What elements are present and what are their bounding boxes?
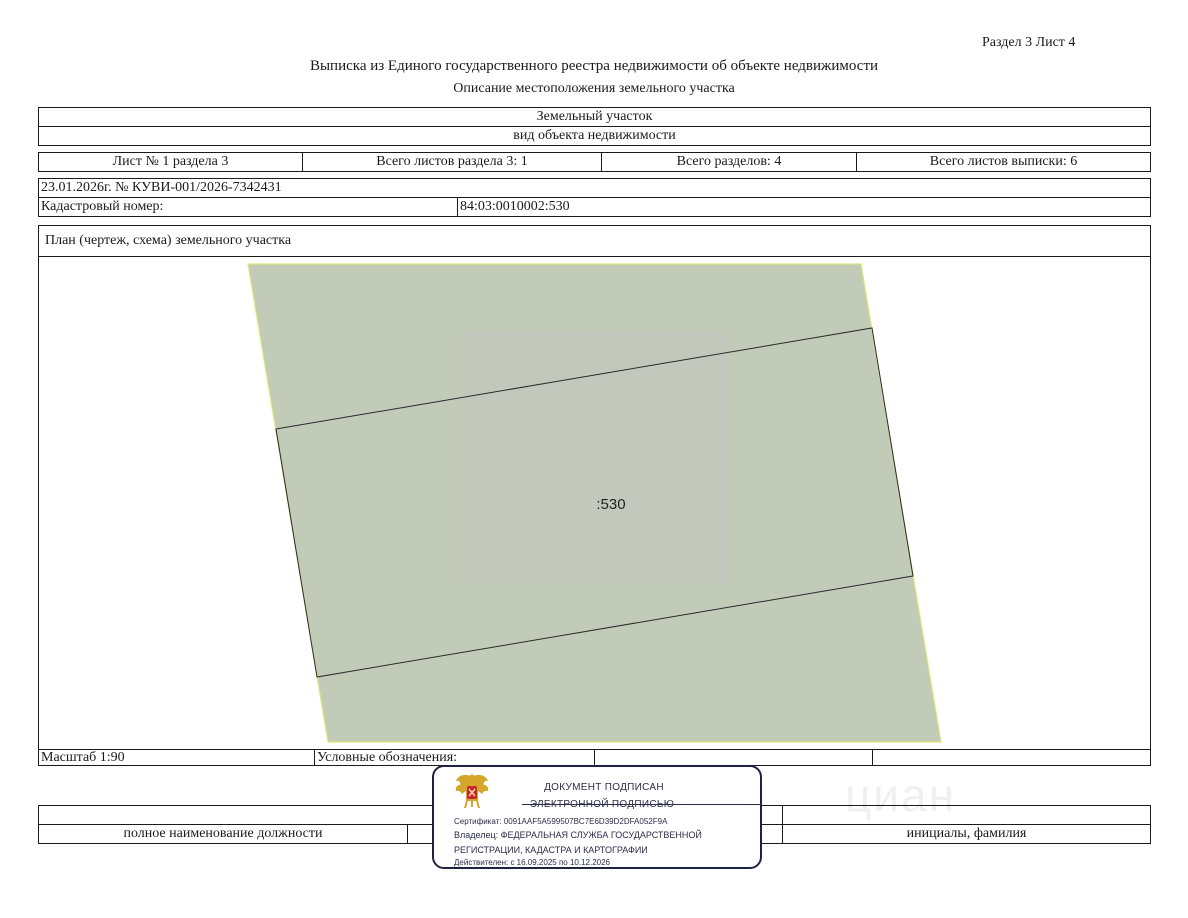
stamp-certificate: Сертификат: 0091AAF5A599507BC7E6D39D2DFA… xyxy=(454,817,668,826)
total-sheets-section: Всего листов раздела 3: 1 xyxy=(302,152,602,172)
total-sections: Всего разделов: 4 xyxy=(601,152,857,172)
inner-shaded-zone xyxy=(461,332,726,584)
cadastral-number-value: 84:03:0010002:530 xyxy=(457,197,1151,217)
stamp-divider xyxy=(522,804,762,805)
signature-row-top-right xyxy=(782,805,1151,825)
stamp-validity: Действителен: с 16.09.2025 по 10.12.2026 xyxy=(454,858,610,867)
stamp-owner-line-1: Владелец: ФЕДЕРАЛЬНАЯ СЛУЖБА ГОСУДАРСТВЕ… xyxy=(454,830,702,840)
watermark: циан xyxy=(845,769,957,821)
legend-label: Условные обозначения: xyxy=(314,749,595,766)
document-title: Выписка из Единого государственного реес… xyxy=(309,58,879,74)
stamp-owner-line-2: РЕГИСТРАЦИИ, КАДАСТРА И КАРТОГРАФИИ xyxy=(454,845,648,855)
total-sheets-extract: Всего листов выписки: 6 xyxy=(856,152,1151,172)
legend-cell-empty-2 xyxy=(872,749,1151,766)
object-type: Земельный участок xyxy=(38,107,1151,127)
parcel-label: :530 xyxy=(596,496,625,513)
electronic-signature-stamp: ДОКУМЕНТ ПОДПИСАН ЭЛЕКТРОННОЙ ПОДПИСЬЮ С… xyxy=(432,765,762,869)
sheet-of-section: Лист № 1 раздела 3 xyxy=(38,152,303,172)
scale-label: Масштаб 1:90 xyxy=(38,749,315,766)
document-subtitle: Описание местоположения земельного участ… xyxy=(453,81,735,96)
position-caption: полное наименование должности xyxy=(38,824,408,844)
stamp-line-1: ДОКУМЕНТ ПОДПИСАН xyxy=(544,782,664,793)
name-caption: инициалы, фамилия xyxy=(782,824,1151,844)
plan-title: План (чертеж, схема) земельного участка xyxy=(38,225,1151,257)
section-sheet-label: Раздел 3 Лист 4 xyxy=(982,35,1076,50)
object-type-caption: вид объекта недвижимости xyxy=(38,126,1151,146)
plan-drawing: :530 xyxy=(247,263,942,743)
cadastral-number-label: Кадастровый номер: xyxy=(38,197,458,217)
record-date-number: 23.01.2026г. № КУВИ-001/2026-7342431 xyxy=(38,178,1151,198)
legend-cell-empty xyxy=(594,749,873,766)
